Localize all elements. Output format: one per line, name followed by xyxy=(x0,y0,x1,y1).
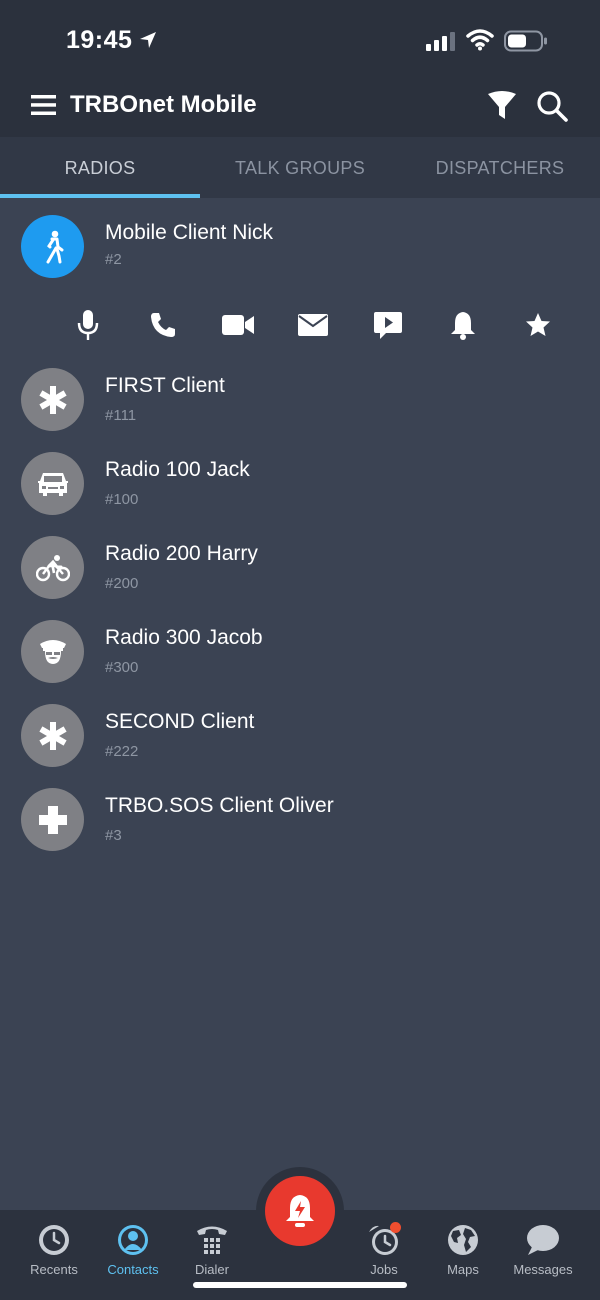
nav-label: Dialer xyxy=(195,1262,229,1277)
contact-name: Radio 200 Harry xyxy=(105,542,258,565)
contact-number: #111 xyxy=(105,407,137,424)
bell-icon[interactable] xyxy=(425,305,500,345)
telephone-keypad-icon xyxy=(197,1226,227,1254)
nav-label: Contacts xyxy=(107,1262,159,1277)
police-officer-icon xyxy=(39,639,66,664)
list-item[interactable]: Mobile Client Nick #2 xyxy=(0,198,600,294)
car-icon xyxy=(37,472,68,496)
contact-name: FIRST Client xyxy=(105,374,225,397)
avatar xyxy=(21,452,84,515)
contact-name: Radio 100 Jack xyxy=(105,458,250,481)
radio-list: Mobile Client Nick #2 FIRST Client #111 … xyxy=(0,198,600,860)
cellular-signal-icon xyxy=(426,32,455,51)
nav-label: Recents xyxy=(30,1262,78,1277)
contact-number: #3 xyxy=(105,827,122,844)
nav-contacts[interactable]: Contacts xyxy=(93,1222,173,1277)
contact-number: #200 xyxy=(105,575,139,592)
contact-number: #100 xyxy=(105,491,139,508)
home-indicator xyxy=(193,1282,407,1288)
tab-talk-groups[interactable]: TALK GROUPS xyxy=(200,137,400,198)
video-camera-icon[interactable] xyxy=(200,305,275,345)
cyclist-icon xyxy=(35,554,70,581)
tab-radios[interactable]: RADIOS xyxy=(0,137,200,198)
contact-actions-bar xyxy=(0,294,600,356)
avatar xyxy=(21,620,84,683)
nav-messages[interactable]: Messages xyxy=(503,1222,583,1277)
nav-label: Jobs xyxy=(370,1262,398,1277)
nav-label: Maps xyxy=(447,1262,479,1277)
search-icon[interactable] xyxy=(536,90,568,122)
top-bar: 19:45 TRBOnet Mobile xyxy=(0,0,600,137)
message-play-icon[interactable] xyxy=(350,305,425,345)
contact-name: TRBO.SOS Client Oliver xyxy=(105,794,334,817)
status-time: 19:45 xyxy=(66,26,133,54)
contact-person-icon xyxy=(118,1225,148,1255)
nav-jobs[interactable]: Jobs xyxy=(344,1222,424,1277)
list-item[interactable]: SECOND Client #222 xyxy=(0,692,600,776)
alarm-button-wrap xyxy=(256,1167,344,1255)
list-item[interactable]: Radio 200 Harry #200 xyxy=(0,524,600,608)
app-title: TRBOnet Mobile xyxy=(70,91,257,118)
battery-icon xyxy=(504,30,547,52)
contact-number: #222 xyxy=(105,743,139,760)
avatar xyxy=(21,536,84,599)
wifi-icon xyxy=(466,29,494,51)
history-clock-icon xyxy=(39,1225,69,1255)
list-item[interactable]: TRBO.SOS Client Oliver #3 xyxy=(0,776,600,860)
list-item[interactable]: FIRST Client #111 xyxy=(0,356,600,440)
nav-dialer[interactable]: Dialer xyxy=(172,1222,252,1277)
filter-icon[interactable] xyxy=(486,90,518,122)
avatar xyxy=(21,704,84,767)
nav-maps[interactable]: Maps xyxy=(423,1222,503,1277)
jobs-notification-badge xyxy=(390,1222,401,1233)
contact-name: SECOND Client xyxy=(105,710,255,733)
asterisk-icon xyxy=(38,721,67,750)
tab-dispatchers[interactable]: DISPATCHERS xyxy=(400,137,600,198)
phone-icon[interactable] xyxy=(125,305,200,345)
nav-recents[interactable]: Recents xyxy=(14,1222,94,1277)
contact-number: #2 xyxy=(105,251,122,268)
globe-icon xyxy=(448,1225,478,1255)
menu-icon[interactable] xyxy=(31,94,56,116)
walking-person-icon xyxy=(46,230,63,263)
alarm-button[interactable] xyxy=(265,1176,335,1246)
list-item[interactable]: Radio 100 Jack #100 xyxy=(0,440,600,524)
nav-label: Messages xyxy=(513,1262,573,1277)
contact-number: #300 xyxy=(105,659,139,676)
contact-name: Mobile Client Nick xyxy=(105,221,274,244)
star-icon[interactable] xyxy=(500,305,575,345)
avatar xyxy=(21,788,84,851)
alarm-bell-icon xyxy=(286,1195,314,1227)
avatar xyxy=(21,215,84,278)
chat-bubble-icon xyxy=(527,1225,559,1255)
contact-name: Radio 300 Jacob xyxy=(105,626,263,649)
tab-bar: RADIOS TALK GROUPS DISPATCHERS xyxy=(0,137,600,198)
microphone-icon[interactable] xyxy=(50,305,125,345)
avatar xyxy=(21,368,84,431)
asterisk-icon xyxy=(38,385,67,414)
plus-cross-icon xyxy=(38,805,67,834)
envelope-icon[interactable] xyxy=(275,305,350,345)
list-item[interactable]: Radio 300 Jacob #300 xyxy=(0,608,600,692)
location-arrow-icon xyxy=(140,32,156,48)
